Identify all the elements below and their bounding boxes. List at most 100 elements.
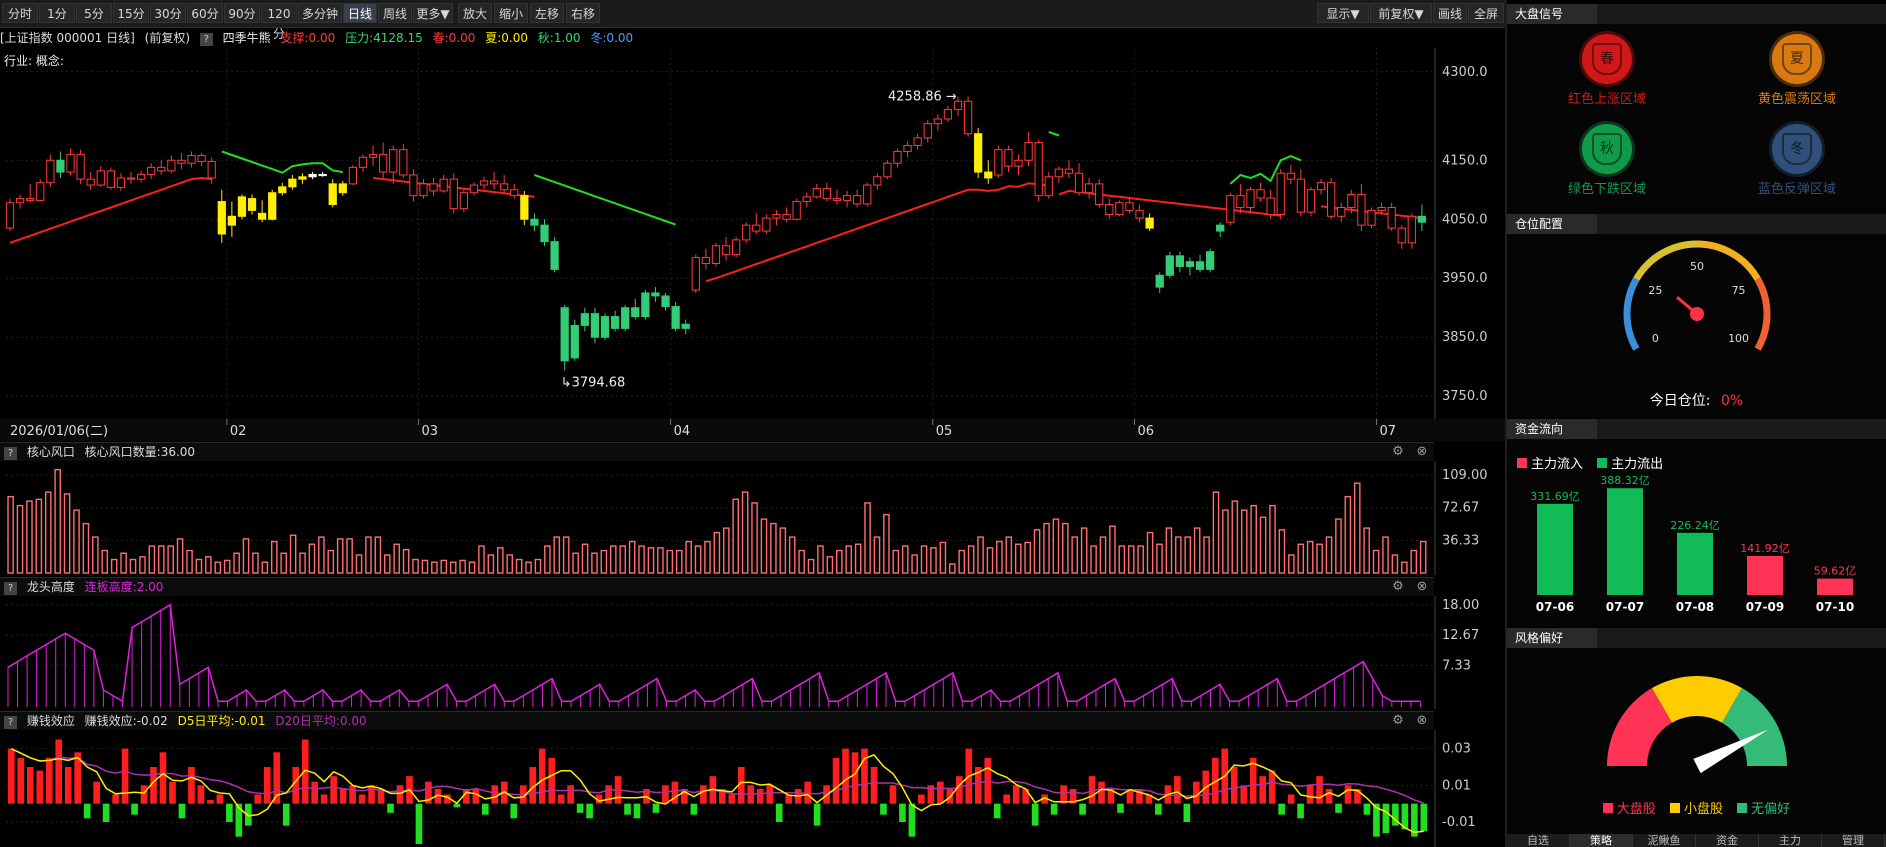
legend-out-label: 主力流出: [1611, 457, 1664, 472]
help-icon[interactable]: ?: [4, 447, 17, 460]
dragon-title: 龙头高度: [26, 580, 75, 594]
y-tick-label: 4150.0: [1442, 153, 1488, 168]
candle-body: [1226, 195, 1235, 223]
profit-bar: [775, 803, 783, 822]
candle-body: [721, 245, 731, 256]
chart-action-button[interactable]: 放大: [458, 3, 492, 23]
chart-action-button[interactable]: 左移: [530, 3, 564, 23]
wind-bar: [610, 545, 617, 574]
profit-bar: [851, 752, 859, 804]
period-button[interactable]: 日线: [343, 3, 377, 23]
wind-bar: [788, 536, 796, 574]
period-button[interactable]: 更多▼: [413, 3, 453, 23]
bottom-tab[interactable]: 自选: [1507, 834, 1570, 847]
wind-bar: [553, 536, 561, 574]
profit-d5: D5日平均:-0.01: [177, 714, 266, 728]
close-icon[interactable]: ⊗: [1414, 579, 1430, 595]
candle-body: [1377, 206, 1386, 211]
wind-bar: [280, 552, 287, 574]
wind-bar: [1306, 540, 1314, 574]
candle-body: [661, 295, 670, 308]
period-button[interactable]: 60分: [187, 3, 223, 23]
candle-body: [15, 198, 25, 204]
wind-bar: [1391, 554, 1399, 574]
wind-bar: [129, 558, 137, 574]
close-icon[interactable]: ⊗: [1414, 444, 1430, 460]
display-option-button[interactable]: 全屏: [1468, 3, 1504, 23]
candle-body: [36, 182, 45, 201]
candle-body: [247, 198, 257, 211]
period-button[interactable]: 15分: [113, 3, 149, 23]
profit-bar: [1155, 803, 1162, 815]
dragon-value: 连板高度:2.00: [84, 580, 164, 594]
candle-body: [469, 184, 479, 194]
wind-bar: [402, 548, 410, 574]
bottom-tab[interactable]: 泥鳅鱼: [1633, 834, 1696, 847]
candlestick-chart[interactable]: 4300.0 4150.0 4050.0 3950.0 3850.0 3750.0 4258…: [0, 48, 1506, 441]
candle-body: [126, 177, 136, 180]
season-char: 夏: [1782, 43, 1812, 75]
y-tick-label: 36.33: [1442, 533, 1479, 548]
wind-bar: [779, 527, 787, 574]
candle-body: [1095, 183, 1104, 206]
wind-bar: [1363, 527, 1370, 574]
help-icon[interactable]: ?: [199, 33, 213, 46]
candle-body: [459, 192, 468, 210]
wind-bar: [176, 538, 184, 574]
autumn-value: 秋:1.00: [537, 31, 581, 45]
bottom-tab[interactable]: 管理: [1822, 834, 1885, 847]
candle-body: [257, 212, 267, 220]
chart-action-button[interactable]: 缩小: [494, 3, 528, 23]
candle-body: [177, 159, 186, 164]
wind-bar: [1109, 525, 1116, 574]
display-option-button[interactable]: 显示▼: [1317, 3, 1369, 23]
wind-bar: [619, 545, 626, 574]
month-label: 07: [1380, 424, 1397, 439]
y-tick-label: 0.03: [1442, 742, 1471, 757]
settings-icon[interactable]: ⚙: [1390, 579, 1406, 595]
profit-bar: [832, 757, 840, 804]
profit-bar: [254, 794, 262, 804]
settings-icon[interactable]: ⚙: [1390, 713, 1406, 729]
period-button[interactable]: 多分钟: [298, 3, 342, 23]
candle-body: [681, 323, 690, 329]
profit-bar: [396, 785, 404, 804]
profit-bar: [1003, 794, 1011, 804]
help-icon[interactable]: ?: [4, 716, 17, 729]
support-value: 支撑:0.00: [280, 31, 336, 45]
style-legend: 大盘股 小盘股 无偏好: [1507, 798, 1886, 817]
candle-body: [207, 160, 216, 179]
season-signal[interactable]: 秋绿色下跌区域: [1537, 124, 1677, 197]
candle-body: [1034, 142, 1043, 197]
period-button[interactable]: 分时: [2, 3, 38, 23]
chart-action-button[interactable]: 右移: [566, 3, 600, 23]
period-button[interactable]: 1分: [39, 3, 75, 23]
season-signal[interactable]: 春红色上涨区域: [1537, 34, 1677, 107]
candle-body: [651, 292, 660, 297]
wind-bar: [732, 498, 740, 574]
season-signal[interactable]: 冬蓝色反弹区域: [1727, 124, 1867, 197]
close-icon[interactable]: ⊗: [1414, 713, 1430, 729]
period-button[interactable]: 120分: [261, 3, 297, 41]
season-label: 黄色震荡区域: [1757, 92, 1836, 107]
period-button[interactable]: 30分: [150, 3, 186, 23]
settings-icon[interactable]: ⚙: [1390, 444, 1406, 460]
candle-body: [56, 159, 65, 173]
profit-bar: [1316, 776, 1323, 804]
period-button[interactable]: 90分: [224, 3, 260, 23]
candle-body: [873, 176, 882, 186]
candle-body: [1367, 209, 1376, 226]
help-icon[interactable]: ?: [4, 582, 17, 595]
display-option-button[interactable]: 前复权▼: [1370, 3, 1432, 23]
display-option-button[interactable]: 画线: [1433, 3, 1467, 23]
candle-body: [358, 156, 368, 168]
period-button[interactable]: 周线: [378, 3, 412, 23]
bottom-tab[interactable]: 策略: [1570, 834, 1633, 847]
candle-body: [600, 316, 610, 338]
period-button[interactable]: 5分: [76, 3, 112, 23]
flow-date-label: 07-09: [1746, 600, 1784, 614]
bottom-tab[interactable]: 资金: [1696, 834, 1759, 847]
bottom-tab[interactable]: 主力: [1759, 834, 1822, 847]
season-signal[interactable]: 夏黄色震荡区域: [1727, 34, 1867, 107]
wind-bar: [967, 545, 975, 574]
